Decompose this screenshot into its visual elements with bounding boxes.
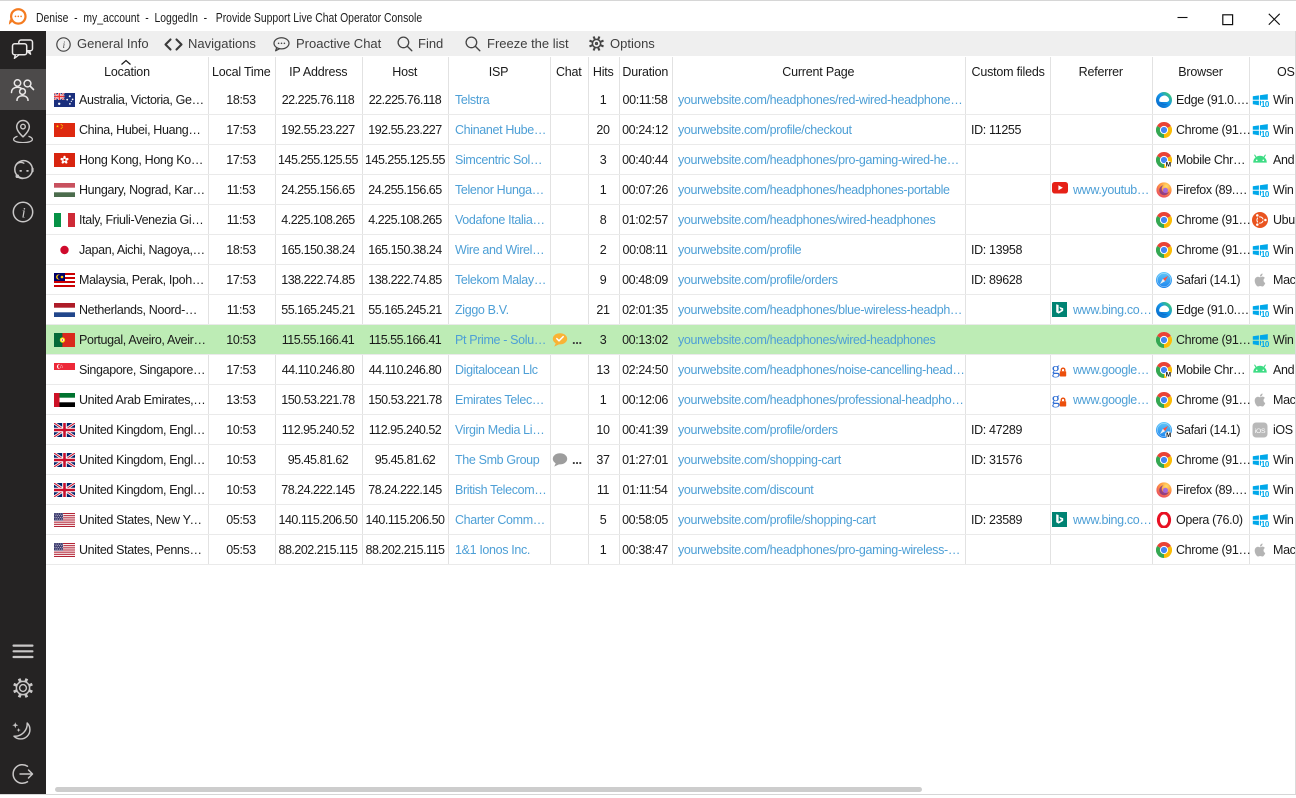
svg-text:10: 10 [1261, 100, 1269, 108]
svg-text:i: i [22, 206, 26, 222]
svg-text:i: i [63, 40, 66, 50]
svg-text:10: 10 [1261, 250, 1269, 258]
svg-text:10: 10 [1261, 460, 1269, 468]
svg-text:M: M [1166, 162, 1171, 168]
svg-text:M: M [1166, 372, 1171, 378]
svg-text:10: 10 [1261, 130, 1269, 138]
svg-text:10: 10 [1261, 520, 1269, 528]
svg-text:10: 10 [1261, 340, 1269, 348]
svg-text:10: 10 [1261, 190, 1269, 198]
svg-text:iOS: iOS [1255, 428, 1266, 435]
svg-text:g: g [1052, 362, 1061, 378]
svg-text:g: g [1052, 392, 1061, 408]
svg-text:M: M [1166, 433, 1171, 438]
svg-text:10: 10 [1261, 490, 1269, 498]
svg-text:10: 10 [1261, 310, 1269, 318]
